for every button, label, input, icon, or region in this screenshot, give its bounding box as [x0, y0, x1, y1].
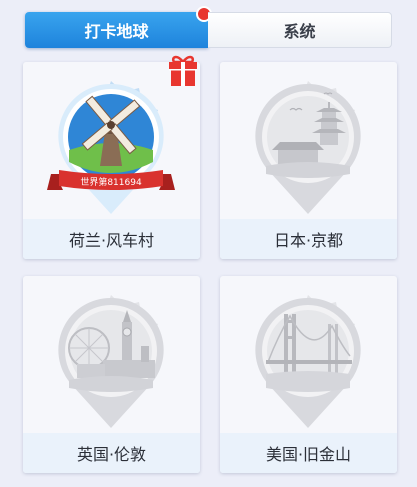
badge-card-san-francisco[interactable]: 美国·旧金山: [220, 276, 397, 473]
badge-card-kyoto[interactable]: 日本·京都: [220, 62, 397, 259]
kyoto-pagoda-badge-icon: [255, 81, 361, 214]
badge-card-netherlands[interactable]: 世界第811694 荷兰·风车村: [23, 62, 200, 259]
card-label: 英国·伦敦: [23, 433, 200, 473]
card-label: 美国·旧金山: [220, 433, 397, 473]
tab-bar: 打卡地球 系统: [25, 6, 392, 48]
gift-icon[interactable]: [165, 52, 201, 88]
london-bigben-badge-icon: [58, 295, 164, 428]
tab-system[interactable]: 系统: [208, 12, 392, 48]
tab-label: 系统: [283, 22, 316, 41]
badge-card-london[interactable]: 英国·伦敦: [23, 276, 200, 473]
tab-check-in-earth[interactable]: 打卡地球: [25, 6, 212, 48]
goldengate-bridge-badge-icon: [255, 295, 361, 428]
card-label: 日本·京都: [220, 219, 397, 259]
tab-label: 打卡地球: [84, 22, 149, 41]
card-label: 荷兰·风车村: [23, 219, 200, 259]
badge-rank-text: 世界第811694: [80, 176, 142, 188]
